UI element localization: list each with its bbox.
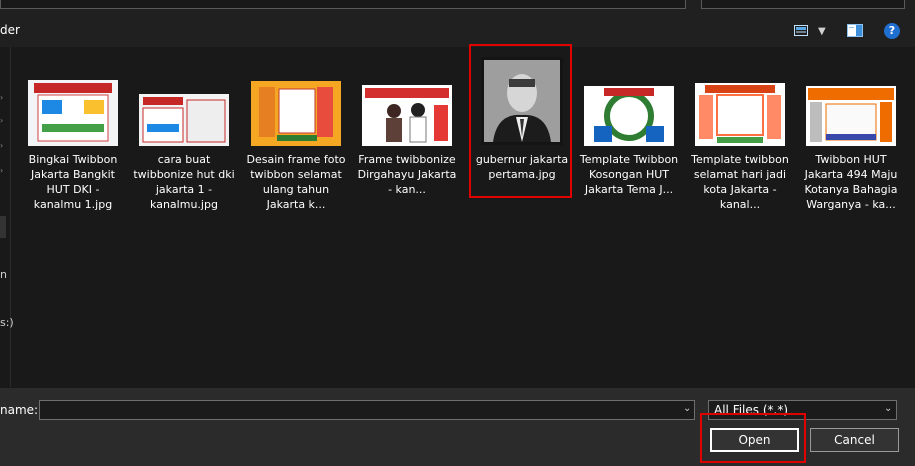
chevron-down-icon[interactable]: ▼	[818, 26, 826, 37]
expand-arrow-icon[interactable]: ›	[0, 116, 3, 125]
file-thumbnail	[251, 81, 341, 146]
new-folder-button[interactable]: der	[0, 23, 20, 37]
file-name: Bingkai Twibbon Jakarta Bangkit HUT DKI …	[28, 153, 118, 211]
selection-highlight	[469, 44, 572, 198]
toolbar: der ▼ ?	[0, 0, 915, 47]
preview-pane-icon[interactable]	[847, 24, 863, 37]
nav-item-fragment[interactable]: s:)	[0, 316, 14, 329]
expand-arrow-icon[interactable]: ›	[0, 93, 3, 102]
open-button-highlight	[700, 413, 806, 463]
file-name: cara buat twibbonize hut dki jakarta 1 -…	[133, 153, 235, 211]
file-name-input[interactable]	[39, 400, 695, 420]
file-thumbnail	[806, 86, 896, 146]
search-box[interactable]	[701, 0, 905, 9]
file-thumbnail	[28, 80, 118, 146]
help-icon[interactable]: ?	[884, 23, 900, 39]
view-options-icon[interactable]	[794, 25, 808, 36]
chevron-down-icon[interactable]: ⌄	[683, 403, 691, 414]
file-name: Frame twibbonize Dirgahayu Jakarta - kan…	[357, 153, 457, 196]
cancel-button[interactable]: Cancel	[810, 428, 899, 452]
file-name: Twibbon HUT Jakarta 494 Maju Kotanya Bah…	[804, 153, 898, 211]
file-name: Desain frame foto twibbon selamat ulang …	[246, 153, 346, 211]
file-thumbnail	[139, 94, 229, 146]
chevron-down-icon[interactable]: ⌄	[884, 403, 892, 414]
expand-arrow-icon[interactable]: ›	[0, 141, 3, 150]
nav-selected-item[interactable]	[0, 216, 6, 238]
expand-arrow-icon[interactable]: ›	[0, 166, 3, 175]
nav-item-fragment[interactable]: n	[0, 268, 7, 281]
file-thumbnail	[584, 86, 674, 146]
file-name: Template twibbon selamat hari jadi kota …	[691, 153, 789, 211]
file-name: Template Twibbon Kosongan HUT Jakarta Te…	[579, 153, 679, 196]
file-name-label: name:	[0, 403, 39, 417]
address-bar[interactable]	[0, 0, 686, 9]
file-thumbnail	[362, 85, 452, 146]
file-thumbnail	[695, 83, 785, 146]
